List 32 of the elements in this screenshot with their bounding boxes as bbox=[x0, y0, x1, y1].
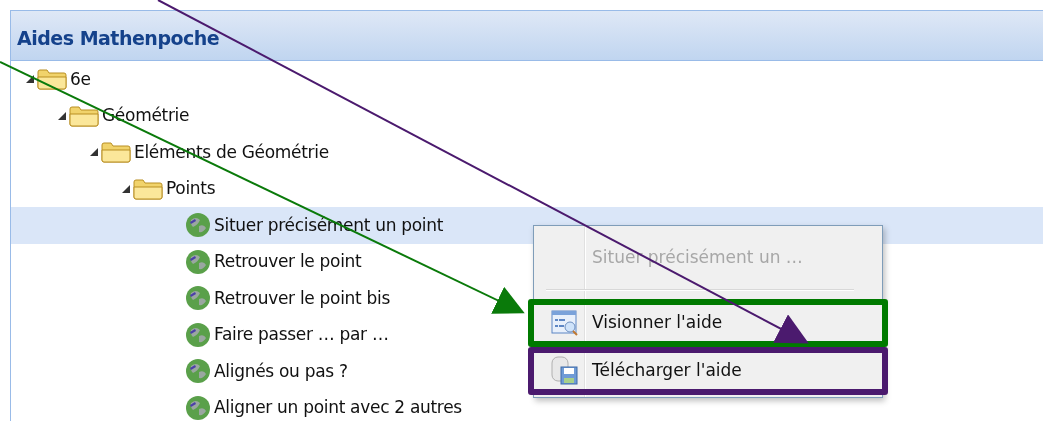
globe-icon bbox=[185, 394, 211, 421]
menu-item[interactable]: Télécharger l'aide bbox=[528, 347, 888, 395]
window-magnifier-icon bbox=[551, 310, 579, 336]
globe-icon bbox=[185, 248, 211, 275]
tree-item[interactable]: Retrouver le point bis bbox=[185, 285, 390, 312]
tree-item-label[interactable]: 6e bbox=[70, 66, 91, 92]
folder-icon bbox=[69, 104, 99, 127]
menu-title-item: Situer précisément un … bbox=[591, 246, 804, 270]
folder-icon bbox=[101, 141, 131, 164]
tree-item[interactable]: Alignés ou pas ? bbox=[185, 358, 348, 385]
menu-item[interactable]: Visionner l'aide bbox=[528, 299, 888, 347]
tree-item[interactable]: Retrouver le point bbox=[185, 248, 362, 275]
tree-item-label[interactable]: Retrouver le point bbox=[214, 249, 362, 275]
tree-item-label[interactable]: Retrouver le point bis bbox=[214, 285, 390, 311]
globe-icon bbox=[185, 321, 211, 348]
folder-icon bbox=[133, 177, 163, 200]
globe-icon bbox=[185, 285, 211, 312]
tree-item-label[interactable]: Points bbox=[166, 176, 216, 202]
tree-item-label[interactable]: Alignés ou pas ? bbox=[214, 358, 348, 384]
folder-icon bbox=[37, 68, 67, 91]
panel-title: Aides Mathenpoche bbox=[17, 25, 220, 51]
tree-item-label[interactable]: Faire passer … par … bbox=[214, 322, 389, 348]
tree-item[interactable]: Points bbox=[121, 176, 216, 202]
expanded-triangle-icon[interactable] bbox=[25, 74, 35, 85]
expanded-triangle-icon[interactable] bbox=[89, 147, 99, 158]
tree-item[interactable]: Faire passer … par … bbox=[185, 321, 389, 348]
floppy-disk-icon bbox=[551, 356, 579, 386]
globe-icon bbox=[185, 212, 211, 239]
globe-icon bbox=[185, 358, 211, 385]
expanded-triangle-icon[interactable] bbox=[57, 110, 67, 121]
expanded-triangle-icon[interactable] bbox=[121, 183, 131, 194]
tree-item[interactable]: 6e bbox=[25, 66, 91, 92]
